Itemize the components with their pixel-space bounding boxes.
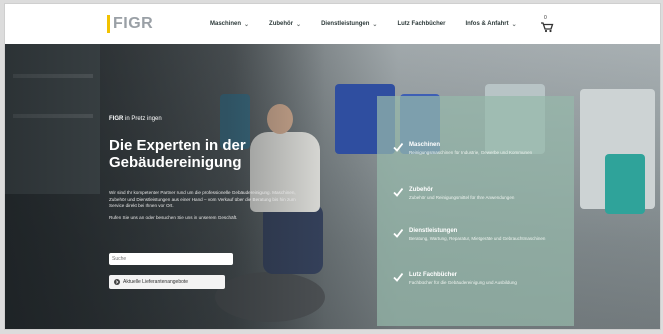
cart-button[interactable]: 0 <box>540 15 554 33</box>
feature-description: Fachbücher für die Gebäudereinigung und … <box>409 280 517 285</box>
feature-text: Zubehör Zubehör und Reinigungsmittel für… <box>409 187 559 201</box>
offers-button-label: Aktuelle Lieferantenangebote <box>123 279 189 285</box>
nav-item-label: Dienstleistungen <box>321 21 370 27</box>
brand-logo[interactable]: FIGR <box>107 13 153 35</box>
checkmark-icon <box>393 187 403 197</box>
feature-text: Lutz Fachbücher Fachbücher für die Gebäu… <box>409 272 559 286</box>
page: FIGR Maschinen ⌄ Zubehör ⌄ Dienstleistun… <box>4 3 661 330</box>
main-menu: Maschinen ⌄ Zubehör ⌄ Dienstleistungen ⌄… <box>210 4 517 44</box>
hero-paragraph: Wir sind Ihr kompetenter Partner rund um… <box>109 190 296 208</box>
feature-item-fachbuecher[interactable]: Lutz Fachbücher Fachbücher für die Gebäu… <box>393 272 559 286</box>
checkmark-icon <box>393 228 403 238</box>
cart-icon <box>541 22 554 33</box>
feature-description: Zubehör und Reinigungsmittel für Ihre An… <box>409 195 515 200</box>
cleaning-cart-image <box>605 154 645 214</box>
hero-section: FIGR in Pretz ingen Die Experten in der … <box>5 44 660 329</box>
feature-description: Reinigungsmaschinen für Industrie, Gewer… <box>409 150 533 155</box>
feature-item-maschinen[interactable]: Maschinen Reinigungsmaschinen für Indust… <box>393 142 559 156</box>
cart-count: 0 <box>544 15 547 21</box>
feature-item-dienstleistungen[interactable]: Dienstleistungen Beratung, Wartung, Repa… <box>393 228 559 242</box>
checkmark-icon <box>393 272 403 282</box>
chevron-down-icon: ⌄ <box>372 21 378 28</box>
feature-text: Dienstleistungen Beratung, Wartung, Repa… <box>409 228 559 242</box>
nav-item-dienstleistungen[interactable]: Dienstleistungen ⌄ <box>321 21 377 28</box>
chevron-down-icon: ⌄ <box>296 21 302 28</box>
feature-title: Zubehör <box>409 187 433 193</box>
nav-item-zubehoer[interactable]: Zubehör ⌄ <box>269 21 301 28</box>
feature-text: Maschinen Reinigungsmaschinen für Indust… <box>409 142 559 156</box>
nav-item-infos[interactable]: Infos & Anfahrt ⌄ <box>465 21 516 28</box>
hero-tagline: FIGR in Pretz ingen <box>109 116 162 122</box>
chevron-down-icon: ⌄ <box>244 21 250 28</box>
nav-item-label: Infos & Anfahrt <box>465 21 509 27</box>
feature-item-zubehoer[interactable]: Zubehör Zubehör und Reinigungsmittel für… <box>393 187 559 201</box>
feature-title: Maschinen <box>409 142 441 148</box>
offers-button[interactable]: Aktuelle Lieferantenangebote <box>109 275 225 289</box>
top-nav: FIGR Maschinen ⌄ Zubehör ⌄ Dienstleistun… <box>5 4 660 45</box>
feature-description: Beratung, Wartung, Reparatur, Mietgeräte… <box>409 236 546 241</box>
nav-item-label: Lutz Fachbücher <box>397 21 446 27</box>
hero-headline: Die Experten in der Gebäudereinigung <box>109 137 246 171</box>
search-input[interactable] <box>109 253 233 265</box>
nav-item-maschinen[interactable]: Maschinen ⌄ <box>210 21 249 28</box>
checkmark-icon <box>393 142 403 152</box>
nav-item-fachbuecher[interactable]: Lutz Fachbücher <box>397 21 445 27</box>
features-panel <box>377 96 574 326</box>
tagline-location: in Pretz ingen <box>123 116 162 122</box>
hero-description: Wir sind Ihr kompetenter Partner rund um… <box>109 190 309 221</box>
logo-text: FIGR <box>113 15 154 32</box>
feature-title: Dienstleistungen <box>409 228 458 234</box>
feature-title: Lutz Fachbücher <box>409 272 458 278</box>
nav-item-label: Maschinen <box>210 21 242 27</box>
arrow-right-icon <box>114 279 120 285</box>
tagline-brand: FIGR <box>109 116 124 122</box>
chevron-down-icon: ⌄ <box>511 21 517 28</box>
logo-accent-bar <box>107 15 110 33</box>
nav-item-label: Zubehör <box>269 21 294 27</box>
hero-paragraph: Rufen Sie uns an oder besuchen Sie uns i… <box>109 214 238 220</box>
